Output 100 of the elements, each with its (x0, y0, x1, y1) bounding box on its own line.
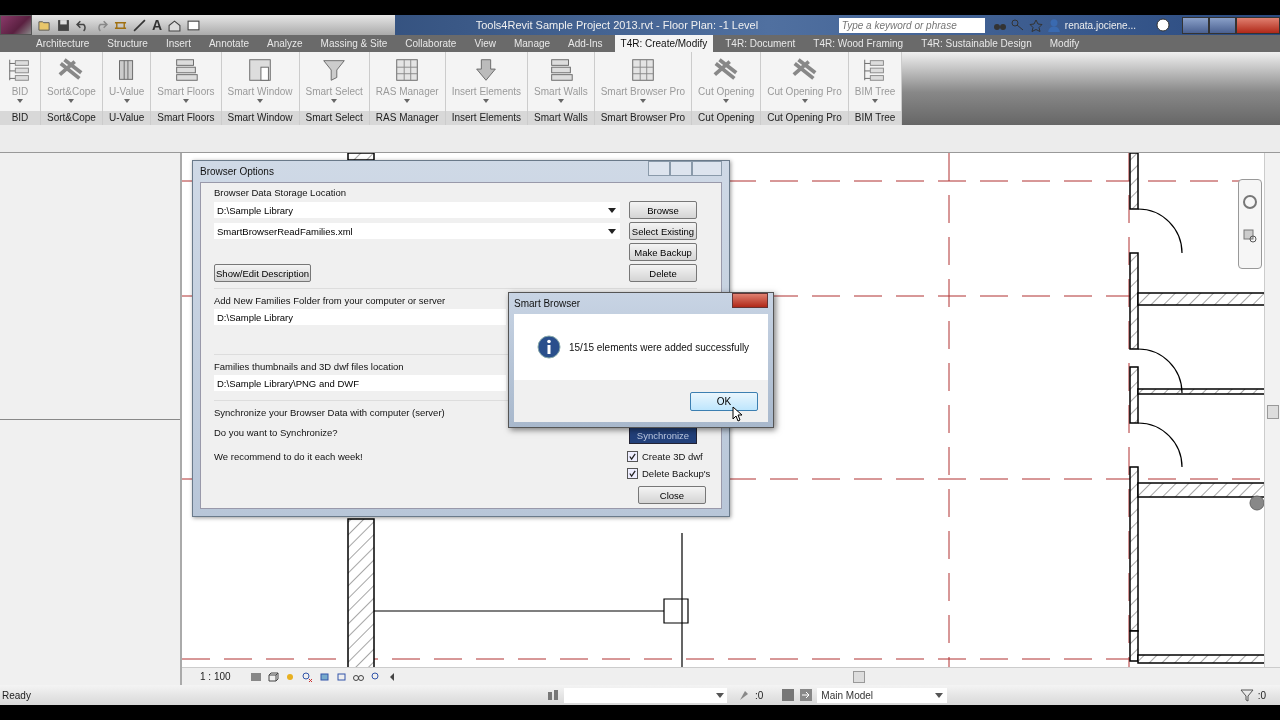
ribbon-tab[interactable]: T4R: Document (725, 35, 796, 52)
ribbon-tab[interactable]: Insert (165, 35, 191, 52)
square-icon[interactable] (781, 688, 796, 702)
make-backup-button[interactable]: Make Backup (629, 243, 697, 261)
browse-button[interactable]: Browse (629, 201, 697, 219)
ribbon-tab[interactable]: Structure (107, 35, 148, 52)
filter-count: :0 (1257, 689, 1266, 701)
undo-icon[interactable] (76, 18, 89, 32)
open-folder-icon[interactable] (38, 18, 51, 32)
ribbon-button[interactable]: Smart Floors (151, 52, 221, 111)
house-icon[interactable] (168, 18, 182, 32)
ribbon-button[interactable]: Smart Select (299, 52, 369, 111)
caret-icon (68, 99, 75, 103)
scale-label[interactable]: 1 : 100 (200, 671, 231, 682)
worksets-icon[interactable] (546, 688, 560, 702)
zoom-icon[interactable] (1242, 228, 1258, 244)
ribbon-button[interactable]: Cut Opening Pro (761, 52, 848, 111)
cube-icon[interactable] (266, 670, 279, 683)
panel-caption: BIM Tree (848, 111, 902, 125)
ribbon-tab[interactable]: Manage (513, 35, 551, 52)
window-icon[interactable] (187, 18, 201, 32)
close-dialog-button[interactable]: Close (638, 486, 706, 504)
thumbnail-path-field[interactable]: D:\Sample Library\PNG and DWF (214, 375, 506, 391)
hatch-icon[interactable] (249, 670, 262, 683)
user-name[interactable]: renata.jociene... (1064, 19, 1136, 31)
save-icon[interactable] (57, 18, 70, 32)
folder-path-field[interactable]: D:\Sample Library (214, 309, 506, 325)
star-icon[interactable] (1028, 18, 1043, 32)
mouse-cursor-icon (732, 406, 742, 422)
path-dropdown[interactable]: D:\Sample Library (214, 202, 620, 218)
close-button[interactable] (732, 293, 768, 308)
section-heading: Synchronize your Browser Data with computer (server) (214, 407, 445, 418)
ribbon-tab[interactable]: Massing & Site (320, 35, 388, 52)
sync-question: Do you want to Synchronize? (214, 427, 338, 438)
vertical-scrollbar[interactable] (1264, 153, 1280, 668)
caret-icon (404, 99, 411, 103)
minimize-button[interactable] (648, 161, 670, 176)
search-field[interactable]: Type a keyword or phrase (838, 17, 985, 33)
model-dropdown[interactable]: Main Model (817, 687, 948, 703)
panel-caption: Cut Opening (692, 111, 761, 125)
select-existing-button[interactable]: Select Existing (629, 222, 697, 240)
caret-icon (17, 99, 23, 103)
ribbon-button[interactable]: Smart Browser Pro (594, 52, 692, 111)
ribbon-button[interactable]: Sort&Cope (41, 52, 102, 111)
filter-icon[interactable] (1239, 688, 1254, 702)
app-menu-button[interactable] (0, 15, 32, 35)
caret-icon (483, 99, 490, 103)
ribbon-button[interactable]: Smart Window (221, 52, 299, 111)
crop-region-icon[interactable] (334, 670, 347, 683)
ribbon-button[interactable]: U-Value (102, 52, 151, 111)
minimize-button[interactable] (1182, 16, 1209, 34)
panel-caption: Smart Browser Pro (594, 111, 692, 125)
ribbon-button[interactable]: Cut Opening (692, 52, 761, 111)
close-button[interactable] (1236, 16, 1280, 34)
maximize-button[interactable] (1209, 16, 1236, 34)
key-icon[interactable] (1010, 18, 1025, 32)
design-option-icon[interactable] (799, 688, 814, 702)
sync-note: We recommend to do it each week! (214, 451, 363, 462)
ribbon-tab[interactable]: Architecture (36, 35, 90, 52)
ribbon-tab[interactable]: T4R: Wood Framing (813, 35, 904, 52)
caret-icon (557, 99, 564, 103)
panel-caption: Smart Select (299, 111, 369, 125)
section-heading: Browser Data Storage Location (214, 187, 347, 198)
ribbon-tab[interactable]: T4R: Sustainable Design (921, 35, 1032, 52)
crop-icon[interactable] (317, 670, 330, 683)
caret-icon (331, 99, 338, 103)
ribbon-button[interactable]: RAS Manager (369, 52, 445, 111)
panel-caption: Smart Walls (528, 111, 594, 125)
delete-button[interactable]: Delete (629, 264, 697, 282)
ribbon-tab[interactable]: Collaborate (405, 35, 457, 52)
ribbon-tab[interactable]: Annotate (208, 35, 249, 52)
pin-icon[interactable] (737, 688, 751, 702)
ribbon-button[interactable]: BID (0, 52, 40, 111)
ok-button[interactable]: OK (690, 391, 758, 411)
text-tool[interactable]: A (152, 17, 163, 33)
panel-caption: RAS Manager (369, 111, 445, 125)
checkbox[interactable] (627, 468, 638, 479)
file-dropdown[interactable]: SmartBrowserReadFamilies.xml (214, 223, 620, 239)
maximize-button[interactable] (670, 161, 692, 176)
panel-caption: Insert Elements (445, 111, 528, 125)
shadow-icon[interactable] (300, 670, 313, 683)
ribbon-button[interactable]: Smart Walls (528, 52, 594, 111)
ribbon-tab[interactable]: Add-Ins (568, 35, 603, 52)
checkbox-label: Create 3D dwf (642, 451, 703, 462)
caret-icon (801, 99, 808, 103)
redo-icon[interactable] (95, 18, 108, 32)
checkbox[interactable] (627, 451, 638, 462)
dimension-icon[interactable] (133, 18, 146, 32)
show-edit-description-button[interactable]: Show/Edit Description (214, 264, 311, 282)
ribbon-tab[interactable]: Analyze (267, 35, 303, 52)
bulb-icon[interactable] (368, 670, 381, 683)
pinned-count: :0 (755, 689, 764, 701)
dropdown-arrow-icon (608, 228, 616, 234)
ribbon-tab[interactable]: T4R: Create/Modify (614, 35, 714, 52)
ribbon-tab[interactable]: View (474, 35, 496, 52)
window-title: Tools4Revit Sample Project 2013.rvt - Floor Plan: -1 Level (475, 19, 759, 31)
close-button[interactable] (692, 161, 722, 176)
ribbon-button[interactable]: Insert Elements (445, 52, 528, 111)
ribbon-button[interactable]: BIM Tree (848, 52, 902, 111)
ribbon-tab[interactable]: Modify (1049, 35, 1080, 52)
